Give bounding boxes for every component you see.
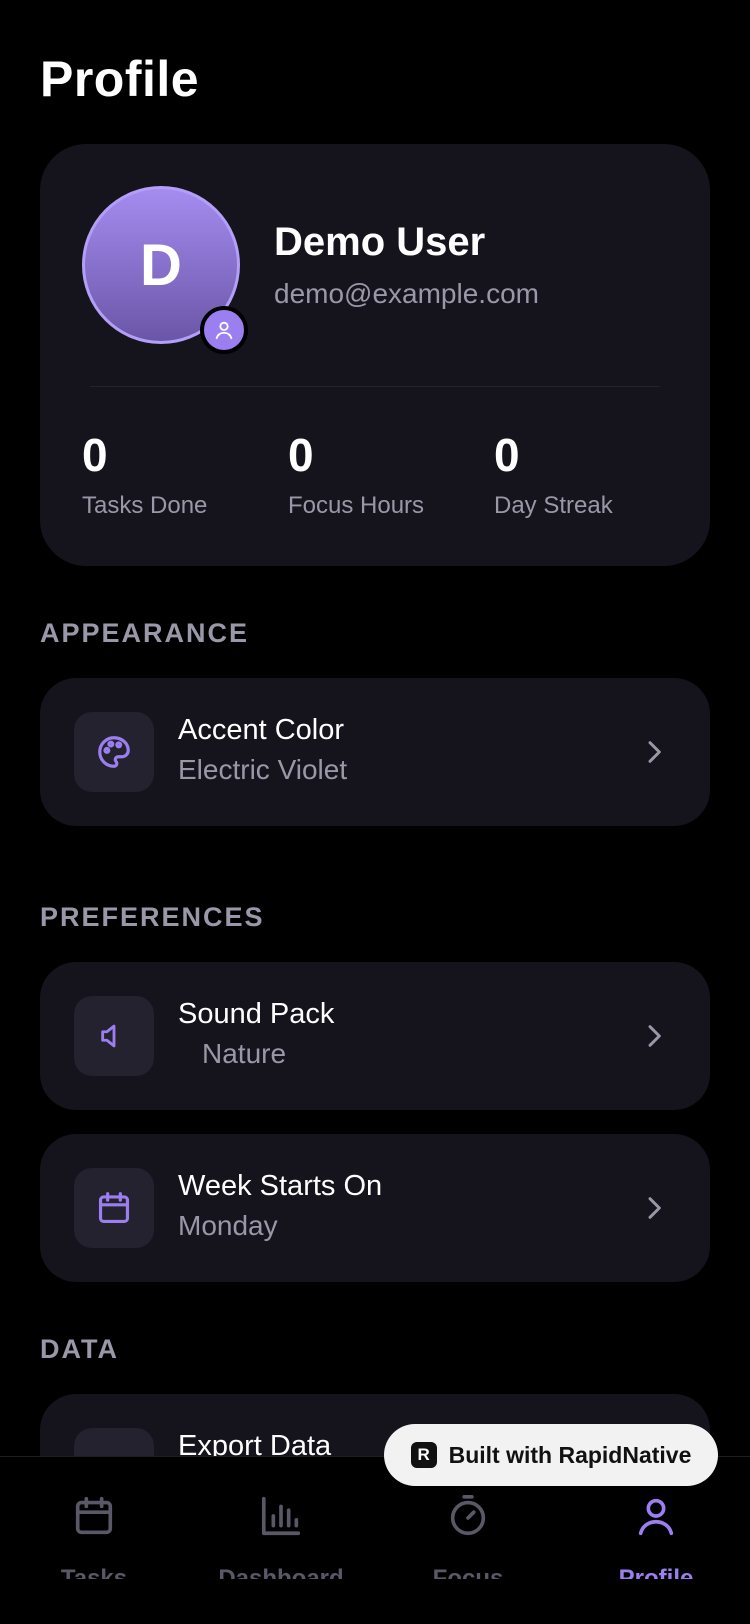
user-name: Demo User bbox=[274, 220, 486, 264]
user-icon bbox=[215, 321, 233, 340]
built-with-badge[interactable]: R Built with RapidNative bbox=[384, 1424, 718, 1486]
rapidnative-logo-icon: R bbox=[410, 1442, 437, 1468]
tab-label: Tasks bbox=[60, 1565, 128, 1579]
section-appearance: APPEARANCE bbox=[40, 618, 250, 648]
tab-profile[interactable]: Profile bbox=[576, 1493, 736, 1579]
badge-text: Built with RapidNative bbox=[448, 1441, 692, 1468]
stat-label: Focus Hours bbox=[288, 492, 425, 519]
stat-label: Day Streak bbox=[494, 492, 613, 519]
bar-chart-icon bbox=[261, 1496, 301, 1536]
stat-value: 0 bbox=[288, 429, 314, 481]
stat-focus-hours: 0 Focus Hours bbox=[288, 432, 424, 520]
setting-label: Sound Pack bbox=[178, 998, 335, 1030]
user-icon bbox=[638, 1498, 674, 1536]
setting-value: Electric Violet bbox=[178, 754, 348, 785]
calendar-icon bbox=[75, 1496, 113, 1535]
calendar-icon bbox=[74, 1168, 154, 1248]
tab-label: Focus bbox=[432, 1565, 504, 1579]
stat-tasks-done: 0 Tasks Done bbox=[82, 432, 207, 520]
profile-card: D Demo User demo@example.com 0 Tasks Don… bbox=[40, 144, 710, 566]
tab-focus[interactable]: Focus bbox=[388, 1493, 548, 1579]
chevron-right-icon bbox=[648, 1197, 661, 1219]
setting-label: Accent Color bbox=[178, 714, 345, 746]
setting-week-starts-on[interactable]: Week Starts On Monday bbox=[40, 1134, 710, 1282]
palette-icon bbox=[74, 712, 154, 792]
stat-label: Tasks Done bbox=[82, 492, 208, 519]
section-data: DATA bbox=[40, 1334, 119, 1364]
setting-value: Monday bbox=[178, 1210, 278, 1241]
setting-label: Week Starts On bbox=[178, 1170, 383, 1202]
section-preferences: PREFERENCES bbox=[40, 902, 265, 932]
speaker-icon bbox=[74, 996, 154, 1076]
tab-label: Profile bbox=[618, 1565, 694, 1579]
stat-value: 0 bbox=[82, 429, 108, 481]
setting-sound-pack[interactable]: Sound Pack Nature bbox=[40, 962, 710, 1110]
tab-tasks[interactable]: Tasks bbox=[14, 1493, 174, 1579]
user-email: demo@example.com bbox=[274, 278, 539, 309]
stat-day-streak: 0 Day Streak bbox=[494, 432, 613, 520]
tab-dashboard[interactable]: Dashboard bbox=[201, 1493, 361, 1579]
divider bbox=[90, 386, 660, 387]
tab-label: Dashboard bbox=[218, 1565, 344, 1579]
setting-value: Nature bbox=[202, 1038, 287, 1069]
avatar-edit-badge[interactable] bbox=[200, 306, 248, 354]
stat-value: 0 bbox=[494, 429, 520, 481]
chevron-right-icon bbox=[648, 1025, 661, 1047]
timer-icon bbox=[450, 1495, 486, 1536]
setting-accent-color[interactable]: Accent Color Electric Violet bbox=[40, 678, 710, 826]
page-title: Profile bbox=[40, 51, 200, 107]
chevron-right-icon bbox=[648, 741, 661, 763]
